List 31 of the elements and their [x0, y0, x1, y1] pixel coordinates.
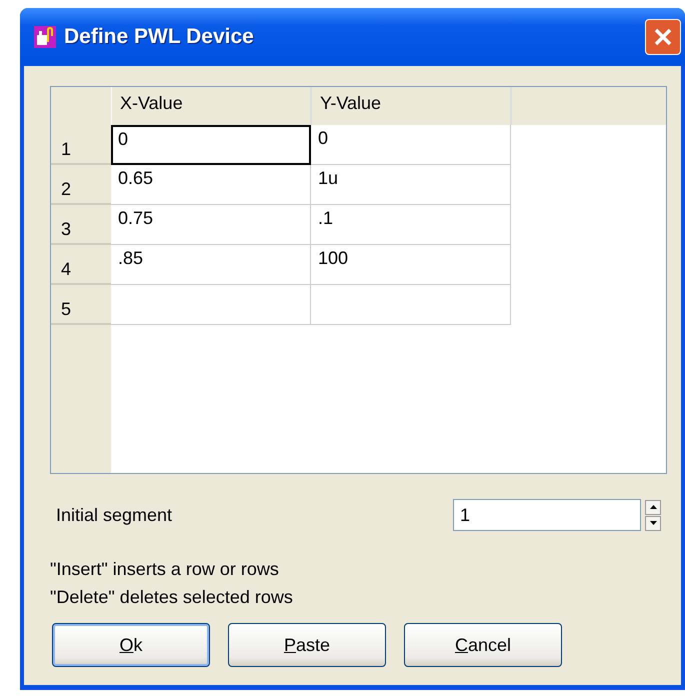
spin-up-button[interactable] [645, 500, 661, 514]
grid-cell[interactable]: .1 [311, 205, 511, 245]
grid-cell[interactable]: 0 [311, 125, 511, 165]
dialog-button[interactable]: Paste [228, 623, 386, 667]
grid-cell[interactable] [111, 285, 311, 325]
initial-segment-field[interactable]: 1 [453, 499, 641, 531]
help-text: "Insert" inserts a row or rows [50, 558, 280, 581]
row-header[interactable]: 2 [51, 165, 111, 205]
up-arrow-icon [650, 505, 656, 509]
close-button[interactable] [645, 19, 681, 55]
row-header[interactable]: 4 [51, 245, 111, 285]
grid-cell[interactable]: 100 [311, 245, 511, 285]
initial-segment-label: Initial segment [56, 504, 172, 526]
app-icon [34, 26, 56, 48]
grid-cell[interactable]: 1u [311, 165, 511, 205]
close-icon [652, 26, 674, 48]
grid-cell[interactable]: 0.65 [111, 165, 311, 205]
down-arrow-icon [650, 521, 656, 525]
spin-down-button[interactable] [645, 516, 661, 530]
row-header[interactable]: 5 [51, 285, 111, 325]
help-text: "Delete" deletes selected rows [50, 586, 294, 609]
grid-cell[interactable]: .85 [111, 245, 311, 285]
dialog-button[interactable]: Ok [52, 623, 210, 667]
column-header[interactable]: X-Value [112, 87, 312, 125]
window-title: Define PWL Device [64, 25, 255, 49]
row-header[interactable]: 1 [51, 125, 111, 165]
dialog-button[interactable]: Cancel [404, 623, 562, 667]
row-header[interactable]: 3 [51, 205, 111, 245]
grid-cell[interactable] [311, 285, 511, 325]
grid-cell[interactable]: 0 [111, 125, 311, 165]
grid-cell[interactable]: 0.75 [111, 205, 311, 245]
